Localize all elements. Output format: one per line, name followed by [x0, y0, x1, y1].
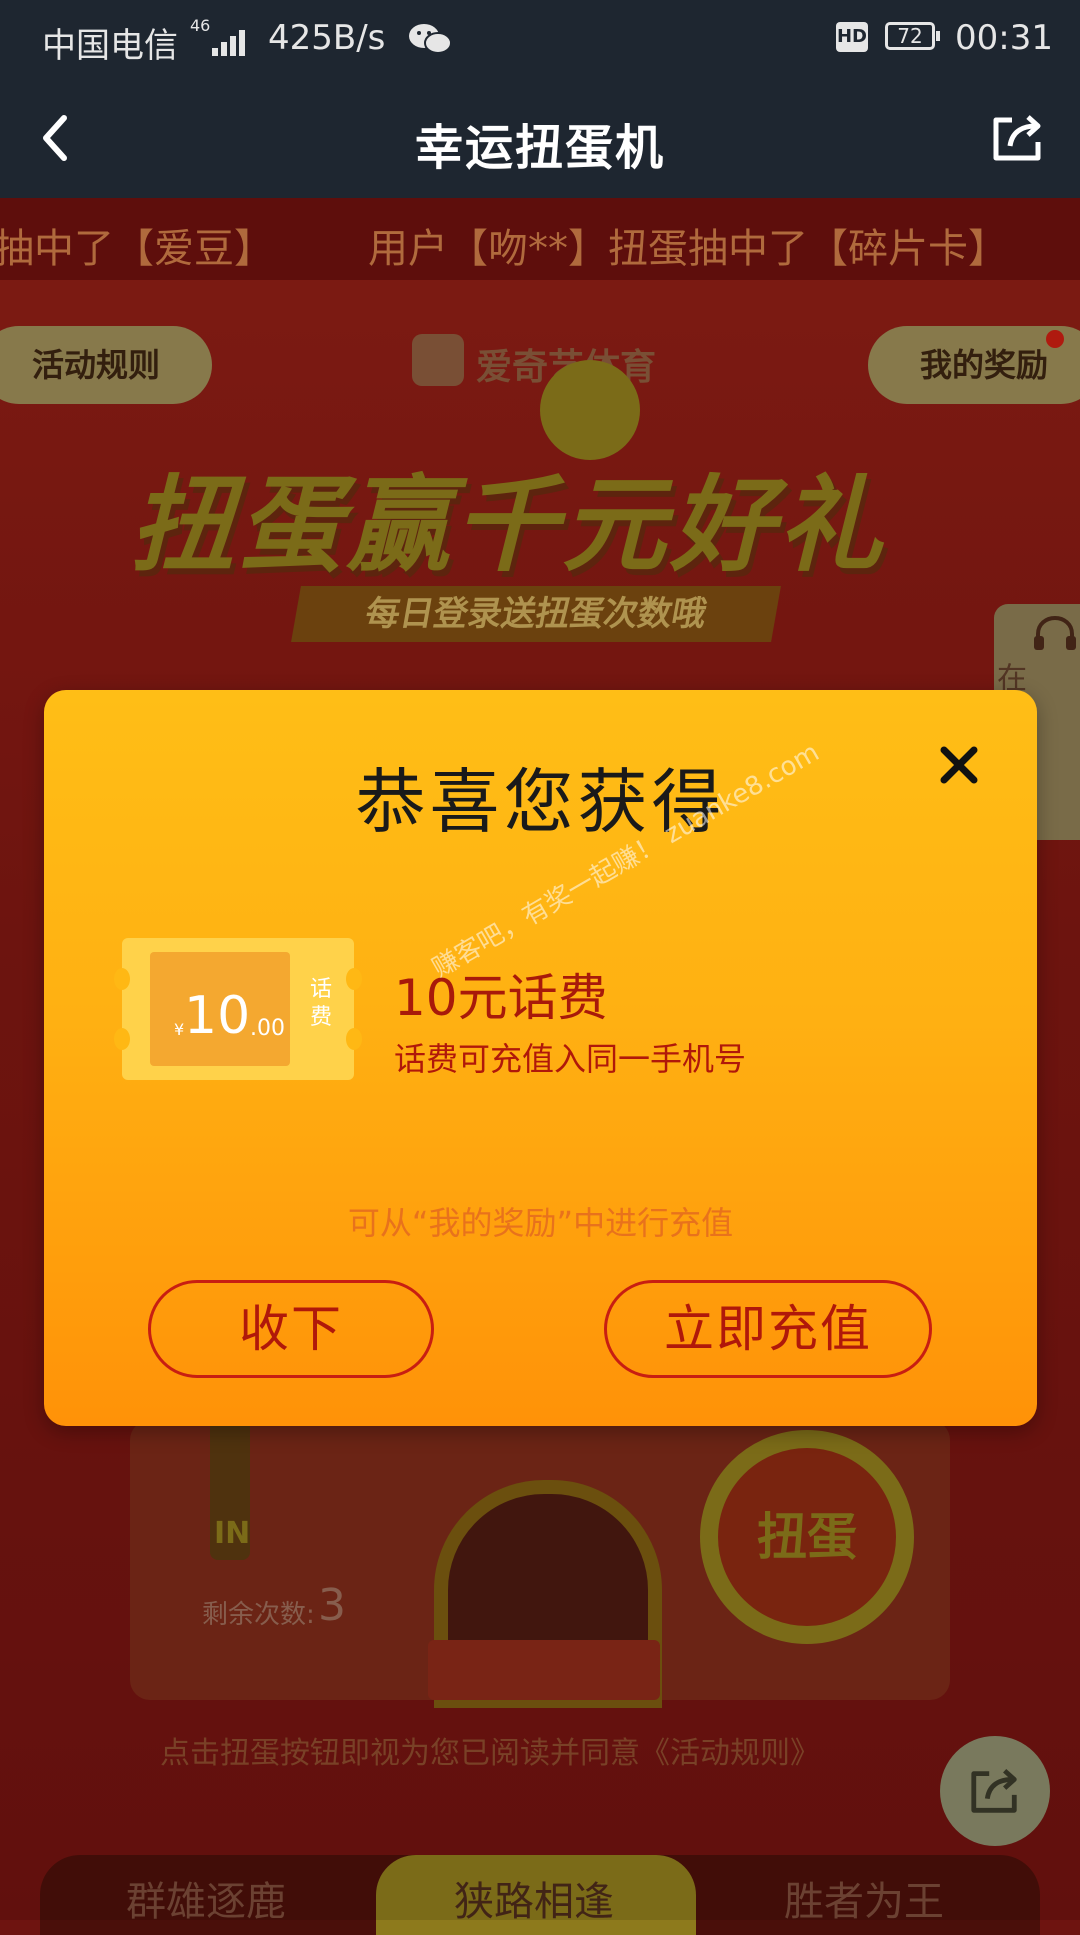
close-icon[interactable] [934, 740, 984, 790]
app-bar: 幸运扭蛋机 [0, 78, 1080, 198]
share-icon[interactable] [990, 112, 1046, 164]
coupon-amount: 10 [184, 986, 251, 1046]
coupon-currency: ¥ [174, 1020, 185, 1039]
phone-credit-coupon: ¥ 10 .00 话费 [114, 938, 362, 1080]
hd-icon: HD [836, 22, 868, 52]
accept-button[interactable]: 收下 [148, 1280, 434, 1378]
wechat-icon [409, 24, 452, 54]
carrier-label: 中国电信 [42, 26, 178, 66]
recharge-hint: 可从“我的奖励”中进行充值 [347, 1204, 734, 1242]
page-title: 幸运扭蛋机 [414, 120, 665, 176]
network-type: 46 [190, 16, 211, 35]
prize-description: 话费可充值入同一手机号 [394, 1040, 747, 1078]
prize-name: 10元话费 [394, 969, 608, 1027]
prize-dialog: 恭喜您获得 赚客吧，有奖一起赚！ zuanke8.com ¥ 10 .00 话费… [44, 690, 1037, 1426]
coupon-tag: 话费 [309, 977, 332, 1030]
dialog-title: 恭喜您获得 [355, 761, 726, 843]
clock: 00:31 [955, 18, 1053, 58]
winner-ticker: 抽中了【爱豆】 用户【吻**】扭蛋抽中了【碎片卡】 [0, 198, 1080, 280]
coupon-face: ¥ 10 .00 [150, 952, 290, 1066]
ticker-item: 抽中了【爱豆】 [0, 226, 274, 272]
status-bar: 中国电信 46 425B/s HD 72 00:31 [0, 0, 1080, 78]
coupon-cents: .00 [250, 1016, 285, 1041]
ticker-item: 用户【吻**】扭蛋抽中了【碎片卡】 [368, 226, 1008, 272]
network-speed: 425B/s [268, 18, 386, 58]
battery-icon: 72 [885, 22, 935, 50]
recharge-now-button[interactable]: 立即充值 [604, 1280, 932, 1378]
